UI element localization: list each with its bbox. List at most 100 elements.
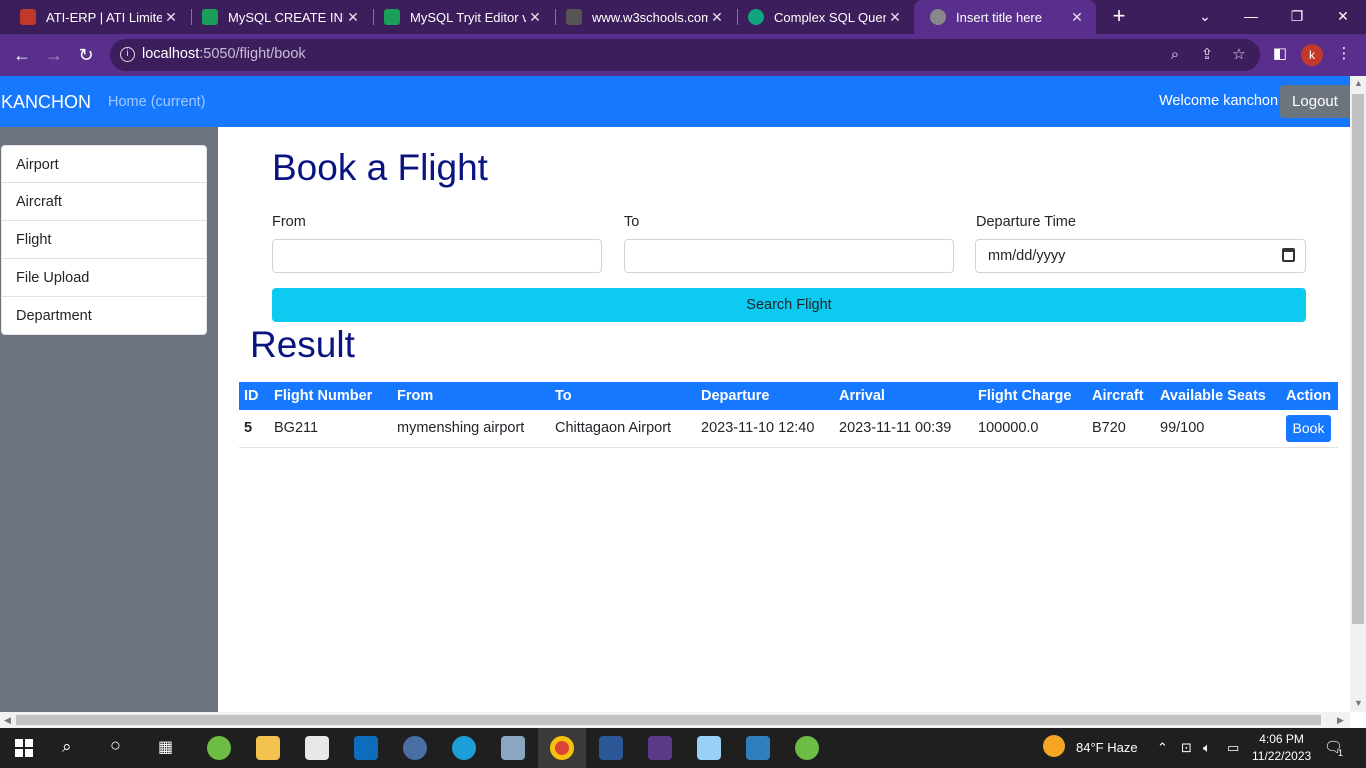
spring-tool-icon[interactable] (207, 736, 231, 760)
browser-tab-w3schools[interactable]: www.w3schools.com ✕ (550, 0, 736, 34)
browser-tab-chatgpt[interactable]: Complex SQL Query E ✕ (732, 0, 914, 34)
address-bar[interactable]: i localhost:5050/flight/book ⌕ ⇪ ☆ (110, 39, 1260, 71)
clock-time: 4:06 PM (1259, 732, 1304, 746)
weather-text[interactable]: 84°F Haze (1076, 740, 1138, 755)
tab-title: MySQL CREATE INDEX (228, 9, 344, 25)
cell-flight-number: BG211 (269, 410, 392, 448)
window-app-icon[interactable] (599, 736, 623, 760)
cell-charge: 100000.0 (973, 410, 1087, 448)
game-app-icon[interactable] (648, 736, 672, 760)
people-app-icon[interactable] (746, 736, 770, 760)
home-link[interactable]: Home (current) (108, 94, 206, 110)
tab-search-chevron-icon[interactable]: ⌄ (1182, 0, 1228, 34)
close-icon[interactable]: ✕ (526, 9, 544, 26)
new-tab-plus-icon[interactable]: + (1106, 4, 1132, 30)
cell-id: 5 (239, 410, 269, 448)
tab-title: Complex SQL Query E (774, 9, 886, 25)
result-table: ID Flight Number From To Departure Arriv… (239, 382, 1338, 448)
notification-count: 1 (1338, 748, 1344, 758)
reload-icon[interactable]: ↻ (74, 43, 98, 67)
restore-icon[interactable]: ❐ (1274, 0, 1320, 34)
logout-button[interactable]: Logout (1280, 85, 1350, 118)
browser-tab-ati-erp[interactable]: ATI-ERP | ATI Limited ✕ (4, 0, 190, 34)
close-icon[interactable]: ✕ (162, 9, 180, 26)
bookmark-star-icon[interactable]: ☆ (1230, 46, 1248, 64)
share-icon[interactable]: ⇪ (1198, 46, 1216, 64)
vertical-scrollbar[interactable]: ▲ ▼ (1350, 76, 1366, 712)
result-heading: Result (250, 324, 355, 365)
sidebar-item-file-upload[interactable]: File Upload (1, 259, 207, 297)
scroll-right-icon[interactable]: ▶ (1337, 715, 1344, 726)
cell-from: mymenshing airport (392, 410, 550, 448)
system-clock[interactable]: 4:06 PM 11/22/2023 (1252, 731, 1311, 765)
cube-app-icon[interactable] (697, 736, 721, 760)
scrollbar-thumb[interactable] (1352, 94, 1364, 624)
cell-aircraft: B720 (1087, 410, 1155, 448)
task-view-icon[interactable]: ▦ (158, 737, 173, 757)
postgres-elephant-icon[interactable] (501, 736, 525, 760)
show-hidden-icons-icon[interactable]: ⌃ (1157, 740, 1168, 756)
network-icon[interactable]: ⊡ (1181, 740, 1192, 756)
departure-date-input[interactable]: mm/dd/yyyy (975, 239, 1306, 273)
scrollbar-thumb[interactable] (16, 715, 1321, 725)
chrome-browser-icon[interactable] (550, 736, 574, 760)
close-icon[interactable]: ✕ (708, 9, 726, 26)
horizontal-scrollbar[interactable]: ◀ ▶ (0, 712, 1350, 728)
scroll-down-icon[interactable]: ▼ (1354, 698, 1363, 708)
tab-title: www.w3schools.com (592, 9, 708, 25)
cell-arrival: 2023-11-11 00:39 (834, 410, 973, 448)
browser-toolbar: ← → ↻ i localhost:5050/flight/book ⌕ ⇪ ☆… (0, 34, 1366, 76)
app-globe-icon[interactable] (403, 736, 427, 760)
cortana-circle-icon[interactable]: ○ (110, 735, 121, 756)
search-flight-button[interactable]: Search Flight (272, 288, 1306, 322)
window-close-icon[interactable]: ✕ (1320, 0, 1366, 34)
search-icon[interactable]: ⌕ (62, 737, 72, 757)
sidebar-item-department[interactable]: Department (1, 297, 207, 335)
close-icon[interactable]: ✕ (344, 9, 362, 26)
ethernet-icon[interactable]: ▭ (1227, 740, 1239, 756)
spring-app-icon[interactable] (795, 736, 819, 760)
back-arrow-icon[interactable]: ← (10, 43, 34, 67)
close-icon[interactable]: ✕ (886, 9, 904, 26)
tab-title: Insert title here (956, 9, 1042, 25)
cell-seats: 99/100 (1155, 410, 1281, 448)
browser-tab-mysql-index[interactable]: MySQL CREATE INDEX ✕ (186, 0, 372, 34)
file-explorer-icon[interactable] (256, 736, 280, 760)
col-header-flight-charge: Flight Charge (973, 382, 1087, 410)
to-label: To (624, 214, 640, 230)
menu-kebab-icon[interactable]: ⋮ (1334, 44, 1354, 64)
weather-sun-icon[interactable] (1043, 735, 1065, 757)
browser-tab-mysql-tryit[interactable]: MySQL Tryit Editor v1 ✕ (368, 0, 554, 34)
windows-taskbar: ⌕ ○ ▦ 84°F Haze ⌃ ⊡ 🔈︎ ▭ 4:06 PM 11/22/2… (0, 728, 1366, 768)
w3schools-favicon-icon (384, 9, 400, 25)
volume-icon[interactable]: 🔈︎ (1203, 740, 1211, 756)
col-header-departure: Departure (696, 382, 834, 410)
scroll-left-icon[interactable]: ◀ (4, 715, 11, 726)
side-panel-icon[interactable]: ◧ (1270, 44, 1290, 64)
table-row: 5 BG211 mymenshing airport Chittagaon Ai… (239, 410, 1338, 448)
book-button[interactable]: Book (1286, 414, 1331, 442)
close-icon[interactable]: ✕ (1068, 9, 1086, 26)
from-input[interactable] (272, 239, 602, 273)
forward-arrow-icon[interactable]: → (42, 43, 66, 67)
microsoft-store-icon[interactable] (305, 736, 329, 760)
site-info-icon[interactable]: i (120, 47, 135, 62)
brand-link[interactable]: KANCHON (1, 92, 91, 113)
col-header-action: Action (1281, 382, 1338, 410)
scroll-up-icon[interactable]: ▲ (1354, 78, 1363, 88)
sidebar-item-airport[interactable]: Airport (1, 145, 207, 183)
url-text: localhost:5050/flight/book (142, 46, 306, 62)
browser-tab-active[interactable]: Insert title here ✕ (914, 0, 1096, 34)
windows-start-icon[interactable] (15, 739, 33, 757)
zoom-search-icon[interactable]: ⌕ (1166, 46, 1184, 64)
minimize-icon[interactable]: — (1228, 0, 1274, 34)
calendar-icon[interactable] (1282, 248, 1295, 262)
from-label: From (272, 214, 306, 230)
edge-browser-icon[interactable] (452, 736, 476, 760)
sidebar-item-flight[interactable]: Flight (1, 221, 207, 259)
sidebar-item-aircraft[interactable]: Aircraft (1, 183, 207, 221)
to-input[interactable] (624, 239, 954, 273)
globe-favicon-icon (930, 9, 946, 25)
outlook-icon[interactable] (354, 736, 378, 760)
profile-avatar[interactable]: k (1301, 44, 1323, 66)
